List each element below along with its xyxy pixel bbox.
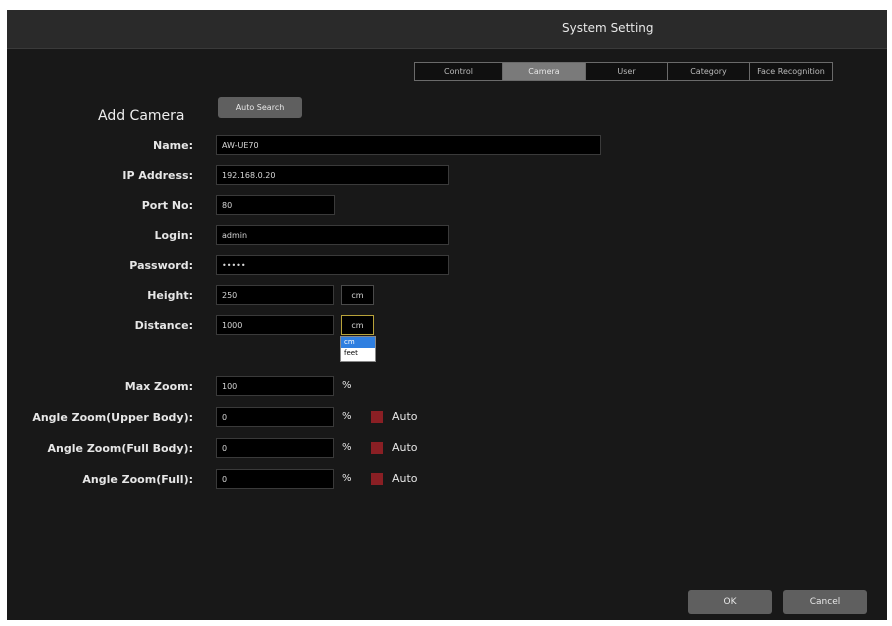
distance-unit-dropdown: cm feet [340, 336, 376, 362]
port-label: Port No: [141, 199, 193, 212]
ip-address-label: IP Address: [122, 169, 193, 182]
distance-unit-select[interactable]: cm [341, 315, 374, 335]
system-setting-window: System Setting Control Camera User Categ… [7, 10, 887, 620]
max-zoom-input[interactable]: 100 [216, 376, 334, 396]
ok-button[interactable]: OK [688, 590, 772, 614]
tab-user[interactable]: User [586, 63, 668, 80]
password-input[interactable]: ••••• [216, 255, 449, 275]
angle-zoom-full-body-unit: % [342, 442, 352, 453]
angle-zoom-full-auto-label: Auto [392, 472, 418, 485]
angle-zoom-upper-unit: % [342, 411, 352, 422]
angle-zoom-upper-input[interactable]: 0 [216, 407, 334, 427]
dropdown-option-feet[interactable]: feet [341, 348, 375, 359]
max-zoom-label: Max Zoom: [124, 380, 193, 393]
angle-zoom-full-body-label: Angle Zoom(Full Body): [47, 442, 193, 455]
angle-zoom-upper-auto-checkbox[interactable] [371, 411, 383, 423]
ip-address-input[interactable]: 192.168.0.20 [216, 165, 449, 185]
tab-control[interactable]: Control [415, 63, 503, 80]
login-label: Login: [154, 229, 193, 242]
name-label: Name: [153, 139, 193, 152]
angle-zoom-upper-label: Angle Zoom(Upper Body): [32, 411, 193, 424]
max-zoom-unit: % [342, 380, 352, 391]
title-bar: System Setting [7, 10, 887, 49]
window-title: System Setting [562, 21, 654, 35]
auto-search-button[interactable]: Auto Search [218, 97, 302, 118]
tab-bar: Control Camera User Category Face Recogn… [414, 62, 833, 81]
angle-zoom-full-body-input[interactable]: 0 [216, 438, 334, 458]
cancel-button[interactable]: Cancel [783, 590, 867, 614]
height-input[interactable]: 250 [216, 285, 334, 305]
angle-zoom-upper-auto-label: Auto [392, 410, 418, 423]
tab-category[interactable]: Category [668, 63, 750, 80]
section-title: Add Camera [98, 108, 185, 124]
password-label: Password: [129, 259, 193, 272]
height-label: Height: [147, 289, 193, 302]
angle-zoom-full-body-auto-checkbox[interactable] [371, 442, 383, 454]
angle-zoom-full-auto-checkbox[interactable] [371, 473, 383, 485]
login-input[interactable]: admin [216, 225, 449, 245]
port-input[interactable]: 80 [216, 195, 335, 215]
distance-input[interactable]: 1000 [216, 315, 334, 335]
tab-face-recognition[interactable]: Face Recognition [750, 63, 832, 80]
angle-zoom-full-label: Angle Zoom(Full): [82, 473, 193, 486]
tab-camera[interactable]: Camera [503, 63, 586, 80]
distance-label: Distance: [134, 319, 193, 332]
angle-zoom-full-unit: % [342, 473, 352, 484]
name-input[interactable]: AW-UE70 [216, 135, 601, 155]
angle-zoom-full-body-auto-label: Auto [392, 441, 418, 454]
angle-zoom-full-input[interactable]: 0 [216, 469, 334, 489]
dropdown-option-cm[interactable]: cm [341, 337, 375, 348]
height-unit-select[interactable]: cm [341, 285, 374, 305]
